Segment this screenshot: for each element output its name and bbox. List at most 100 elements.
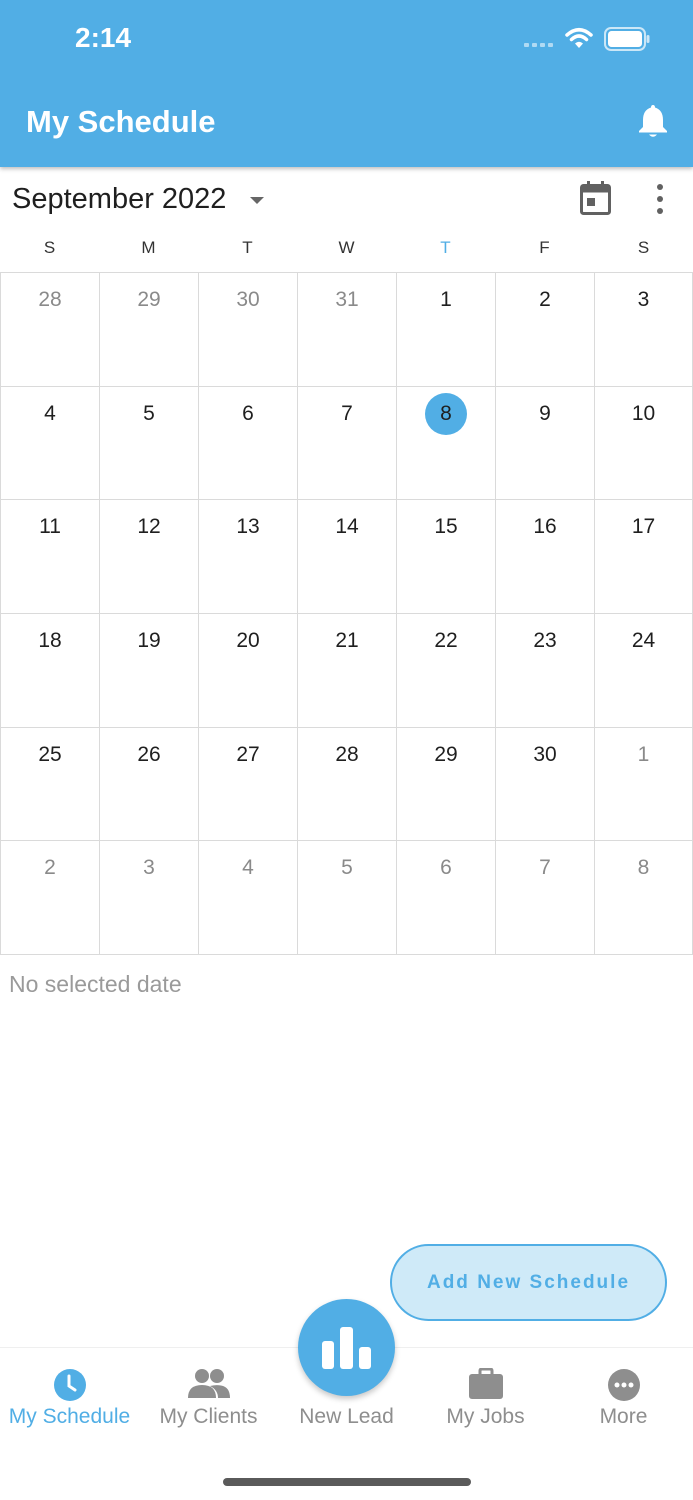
day-number: 8 [425, 392, 467, 435]
calendar-day-cell[interactable]: 6 [198, 386, 297, 500]
tab-my-jobs[interactable]: My Jobs [416, 1348, 555, 1438]
day-number: 7 [539, 856, 551, 880]
calendar-day-cell[interactable]: 9 [495, 386, 594, 500]
wifi-icon [565, 28, 593, 48]
dropdown-caret-icon[interactable] [250, 197, 264, 205]
day-number: 4 [242, 856, 254, 880]
day-number: 9 [539, 401, 551, 425]
clock-icon [53, 1369, 86, 1401]
calendar-week-row: 18 19 20 21 22 23 24 [0, 614, 693, 728]
calendar-day-cell[interactable]: 2 [495, 273, 594, 386]
more-options-icon[interactable] [650, 183, 670, 215]
tab-label: My Jobs [446, 1405, 525, 1428]
calendar-day-cell[interactable]: 28 [0, 273, 99, 386]
weekday-label: S [43, 238, 56, 257]
calendar-day-cell[interactable]: 16 [495, 500, 594, 614]
day-number: 25 [38, 742, 62, 766]
tab-more[interactable]: More [554, 1348, 693, 1438]
tab-my-schedule[interactable]: My Schedule [0, 1348, 139, 1438]
calendar-day-cell[interactable]: 3 [99, 841, 198, 955]
day-number: 8 [637, 856, 650, 880]
calendar-day-cell[interactable]: 31 [297, 273, 396, 386]
day-number: 14 [335, 515, 359, 539]
day-number: 29 [434, 742, 458, 766]
day-number: 2 [539, 288, 551, 311]
briefcase-icon [468, 1368, 503, 1399]
calendar-day-cell[interactable]: 15 [396, 500, 495, 614]
calendar-day-cell-selected[interactable]: 8 [396, 386, 495, 500]
calendar-day-cell[interactable]: 1 [594, 727, 693, 841]
calendar-day-cell[interactable]: 5 [297, 841, 396, 955]
calendar-day-cell[interactable]: 21 [297, 614, 396, 727]
calendar-day-cell[interactable]: 28 [297, 727, 396, 841]
day-number: 17 [631, 515, 656, 539]
add-new-schedule-button[interactable]: Add New Schedule [390, 1244, 667, 1321]
calendar-icon[interactable] [580, 181, 611, 215]
calendar-day-cell[interactable]: 23 [495, 614, 594, 727]
calendar-day-cell[interactable]: 10 [594, 386, 693, 500]
calendar-day-cell[interactable]: 30 [198, 273, 297, 386]
day-number: 24 [631, 629, 656, 653]
calendar-day-cell[interactable]: 20 [198, 614, 297, 727]
day-number: 26 [137, 742, 161, 766]
calendar-day-cell[interactable]: 5 [99, 386, 198, 500]
calendar-day-cell[interactable]: 2 [0, 841, 99, 955]
calendar-day-cell[interactable]: 3 [594, 273, 693, 386]
more-icon [607, 1369, 640, 1401]
status-time: 2:14 [75, 22, 132, 53]
home-indicator [223, 1478, 471, 1486]
month-label[interactable]: September 2022 [12, 183, 226, 216]
weekday-label: T [440, 238, 451, 257]
calendar-day-cell[interactable]: 19 [99, 614, 198, 727]
day-number: 29 [137, 288, 161, 311]
calendar-day-cell[interactable]: 1 [396, 273, 495, 386]
calendar-day-cell[interactable]: 18 [0, 614, 99, 727]
day-number: 3 [637, 288, 650, 311]
tab-my-clients[interactable]: My Clients [139, 1348, 278, 1438]
calendar-day-cell[interactable]: 30 [495, 727, 594, 841]
calendar-week-row: 2 3 4 5 6 7 8 [0, 841, 693, 956]
day-number: 3 [143, 856, 155, 880]
calendar-day-cell[interactable]: 11 [0, 500, 99, 614]
day-number: 20 [236, 629, 260, 653]
battery-icon [604, 27, 650, 51]
day-number: 1 [440, 288, 452, 311]
day-number: 5 [143, 401, 155, 425]
calendar-day-cell[interactable]: 6 [396, 841, 495, 955]
day-number: 1 [637, 742, 650, 766]
day-number: 31 [335, 288, 359, 311]
calendar-day-cell[interactable]: 17 [594, 500, 693, 614]
calendar-day-cell[interactable]: 4 [0, 386, 99, 500]
calendar-day-cell[interactable]: 13 [198, 500, 297, 614]
tab-label: My Schedule [8, 1405, 131, 1428]
calendar-day-cell[interactable]: 8 [594, 841, 693, 955]
notification-bell-icon[interactable] [638, 103, 668, 139]
new-lead-fab[interactable] [298, 1299, 395, 1396]
calendar-day-cell[interactable]: 29 [396, 727, 495, 841]
calendar-day-cell[interactable]: 7 [297, 386, 396, 500]
calendar-week-row: 28 29 30 31 1 2 3 [0, 273, 693, 387]
day-number: 6 [440, 856, 452, 880]
day-number: 22 [434, 629, 458, 653]
calendar-day-cell[interactable]: 4 [198, 841, 297, 955]
tab-label: New Lead [299, 1405, 394, 1428]
calendar-day-cell[interactable]: 14 [297, 500, 396, 614]
calendar-day-cell[interactable]: 7 [495, 841, 594, 955]
day-number: 5 [341, 856, 353, 880]
tab-label: More [599, 1405, 648, 1428]
calendar-day-cell[interactable]: 29 [99, 273, 198, 386]
calendar-week-row: 11 12 13 14 15 16 17 [0, 500, 693, 615]
calendar-week-row: 25 26 27 28 29 30 1 [0, 727, 693, 842]
weekday-label: M [141, 238, 156, 257]
calendar-day-cell[interactable]: 12 [99, 500, 198, 614]
calendar-day-cell[interactable]: 24 [594, 614, 693, 727]
calendar-day-cell[interactable]: 26 [99, 727, 198, 841]
calendar-day-cell[interactable]: 27 [198, 727, 297, 841]
weekday-label: W [338, 238, 355, 257]
day-number: 18 [38, 629, 62, 653]
day-number: 28 [38, 288, 62, 311]
calendar-day-cell[interactable]: 25 [0, 727, 99, 841]
calendar-day-cell[interactable]: 22 [396, 614, 495, 727]
people-icon [187, 1369, 230, 1398]
weekday-label: T [242, 238, 253, 257]
